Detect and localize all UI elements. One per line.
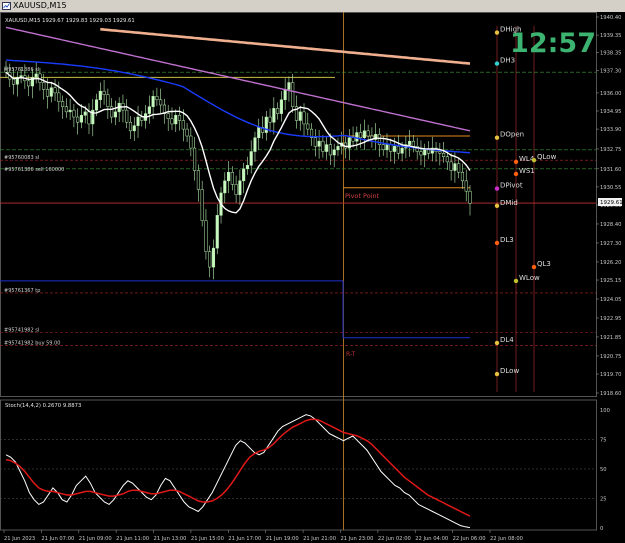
price-tick-label: 1937.30 xyxy=(600,68,621,74)
level-label: DLow xyxy=(500,367,519,375)
order-label: #95761367 tp xyxy=(4,288,40,294)
order-label: #95760083 sl xyxy=(4,155,39,161)
order-label: #95741982 buy 59.00 xyxy=(4,341,60,347)
level-dot xyxy=(494,371,500,377)
order-label: #95761386 sl xyxy=(4,67,39,73)
time-tick-label: 21 Jun 23:00 xyxy=(340,536,373,542)
price-tick-label: 1933.90 xyxy=(600,127,621,133)
time-tick-label: 21 Jun 17:00 xyxy=(228,536,261,542)
level-dot xyxy=(513,278,519,284)
level-label: DL3 xyxy=(500,236,514,244)
price-tick-label: 1922.95 xyxy=(600,316,621,322)
level-label: DPivot xyxy=(500,182,523,190)
level-dot xyxy=(513,159,519,165)
level-dot xyxy=(494,240,500,246)
level-label: DMid xyxy=(500,199,518,207)
price-tick-label: 1928.40 xyxy=(600,222,621,228)
level-label: WLow xyxy=(519,274,540,282)
chart-window-icon xyxy=(2,2,11,10)
time-tick-label: 22 Jun 08:00 xyxy=(490,536,523,542)
time-tick-label: 21 Jun 11:00 xyxy=(116,536,149,542)
rt-label: R-T xyxy=(346,351,356,358)
chart-area[interactable]: DHighDH3DOpenWL4 QLowWS1DPivotDMidDL3QL3W… xyxy=(0,12,625,543)
level-label: QL3 xyxy=(537,260,551,268)
order-label: #95761386 sell 160000 xyxy=(4,167,64,173)
time-tick-label: 22 Jun 02:00 xyxy=(378,536,411,542)
price-tick-label: 1926.20 xyxy=(600,260,621,266)
price-tick-label: 1918.60 xyxy=(600,391,621,397)
level-label: DL4 xyxy=(500,336,514,344)
time-tick-label: 22 Jun 06:00 xyxy=(453,536,486,542)
level-dot xyxy=(494,186,500,191)
time-tick-label: 22 Jun 04:00 xyxy=(415,536,448,542)
price-tick-label: 1940.40 xyxy=(600,15,621,21)
level-dot xyxy=(494,203,500,209)
level-dot xyxy=(494,61,500,66)
level-label: DOpen xyxy=(500,131,524,139)
level-dot xyxy=(494,30,500,35)
level-label: WS1 xyxy=(519,167,535,175)
window-title: XAUUSD,M15 xyxy=(13,1,67,10)
stoch-tick-label: 50 xyxy=(600,467,607,473)
level-dot xyxy=(531,264,537,270)
price-tick-label: 1920.75 xyxy=(600,354,621,360)
pivot-point-label: Pivot Point xyxy=(345,192,380,200)
chart-header: XAUUSD,M15 1929.67 1929.83 1929.03 1929.… xyxy=(5,18,135,24)
time-tick-label: 21 Jun 19:00 xyxy=(266,536,299,542)
level-dot xyxy=(513,171,519,177)
level-dot xyxy=(494,340,500,346)
time-tick-label: 21 Jun 07:00 xyxy=(41,536,74,542)
price-tick-label: 1924.05 xyxy=(600,297,621,303)
level-dot xyxy=(494,135,500,140)
price-tick-label: 1939.35 xyxy=(600,33,621,39)
price-tick-label: 1921.85 xyxy=(600,335,621,341)
price-tick-label: 1927.30 xyxy=(600,241,621,247)
stoch-tick-label: 75 xyxy=(600,438,607,444)
price-tick-label: 1936.00 xyxy=(600,91,621,97)
price-tick-label: 1925.15 xyxy=(600,278,621,284)
stoch-tick-label: 25 xyxy=(600,497,607,503)
order-label: #95741982 sl xyxy=(4,328,39,334)
price-tick-label: 1930.55 xyxy=(600,185,621,191)
time-tick-label: 21 Jun 2023 xyxy=(4,536,35,542)
time-tick-label: 21 Jun 21:00 xyxy=(303,536,336,542)
time-tick-label: 21 Jun 09:00 xyxy=(79,536,112,542)
price-tick-label: 1932.75 xyxy=(600,147,621,153)
clock: 12:57 xyxy=(510,28,596,59)
price-tick-label: 1938.35 xyxy=(600,50,621,56)
level-label: QLow xyxy=(537,153,557,161)
price-tick-label: 1934.95 xyxy=(600,109,621,115)
stoch-label: Stoch(14,4,2) 0.2670 9.8873 xyxy=(5,403,81,409)
stoch-tick-label: 0 xyxy=(600,526,603,532)
price-tick-label: 1931.60 xyxy=(600,167,621,173)
time-tick-label: 21 Jun 13:00 xyxy=(154,536,187,542)
svg-text:1929.61: 1929.61 xyxy=(600,200,623,206)
current-price-badge: 1929.61 xyxy=(598,198,623,206)
level-dot xyxy=(531,157,537,163)
time-tick-label: 21 Jun 15:00 xyxy=(191,536,224,542)
stoch-tick-label: 100 xyxy=(600,408,610,414)
price-tick-label: 1919.70 xyxy=(600,372,621,378)
